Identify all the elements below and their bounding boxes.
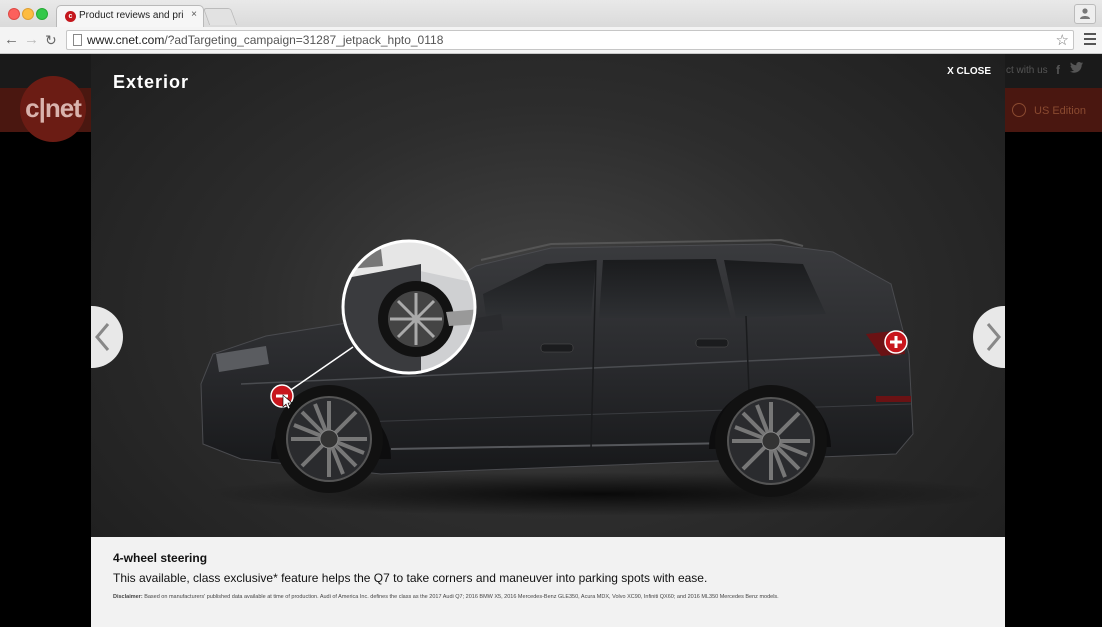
address-toolbar: ← → ↻ www.cnet.com/?adTargeting_campaign… xyxy=(0,27,1102,54)
url-path: /?adTargeting_campaign=31287_jetpack_hpt… xyxy=(164,33,444,47)
exterior-gallery-modal: Exterior X CLOSE 4-wheel steering This a… xyxy=(91,54,1005,627)
edition-globe-icon[interactable] xyxy=(1012,103,1026,117)
disclaimer-label: Disclaimer: xyxy=(113,594,143,600)
feature-info-panel: 4-wheel steering This available, class e… xyxy=(91,537,1005,627)
person-icon xyxy=(1080,8,1090,19)
cnet-favicon-icon: c xyxy=(65,11,76,22)
hamburger-menu-icon[interactable] xyxy=(1084,33,1096,48)
back-arrow-icon[interactable]: ← xyxy=(4,32,19,48)
tab-title: Product reviews and prices xyxy=(79,10,183,21)
tab-close-icon[interactable]: × xyxy=(191,9,197,20)
chevron-right-icon xyxy=(986,323,1001,351)
reload-icon[interactable]: ↻ xyxy=(45,32,57,48)
disclaimer: Disclaimer: Based on manufacturers' publ… xyxy=(113,594,779,600)
new-tab-button[interactable] xyxy=(202,8,238,25)
browser-tab[interactable]: c Product reviews and prices × xyxy=(56,5,204,27)
zoom-window-button[interactable] xyxy=(36,8,48,20)
audi-q7-side-view-image xyxy=(200,238,1001,516)
minimize-window-button[interactable] xyxy=(22,8,34,20)
disclaimer-text: Based on manufacturers' published data a… xyxy=(144,594,779,600)
bookmark-star-icon[interactable]: ☆ xyxy=(1056,31,1069,49)
url-host: www.cnet.com xyxy=(87,33,165,47)
feature-description: This available, class exclusive* feature… xyxy=(113,571,708,585)
feature-title: 4-wheel steering xyxy=(113,551,208,565)
url-text[interactable]: www.cnet.com/?adTargeting_campaign=31287… xyxy=(87,33,443,47)
cnet-logo[interactable]: c|net xyxy=(20,76,86,142)
url-bar[interactable]: www.cnet.com/?adTargeting_campaign=31287… xyxy=(66,30,1074,50)
hotspot-plus-icon[interactable] xyxy=(884,330,908,354)
facebook-icon[interactable]: f xyxy=(1056,63,1060,77)
forward-arrow-icon[interactable]: → xyxy=(24,32,39,48)
page-icon xyxy=(73,34,82,46)
close-window-button[interactable] xyxy=(8,8,20,20)
browser-tab-bar: c Product reviews and prices × xyxy=(0,0,1102,27)
twitter-icon[interactable] xyxy=(1070,62,1083,76)
edition-selector[interactable]: US Edition xyxy=(1034,105,1086,117)
connect-with-us-text: ct with us xyxy=(1006,65,1048,76)
chevron-left-icon xyxy=(95,323,110,351)
hotspot-minus-icon[interactable] xyxy=(270,384,294,408)
profile-button[interactable] xyxy=(1074,4,1096,24)
